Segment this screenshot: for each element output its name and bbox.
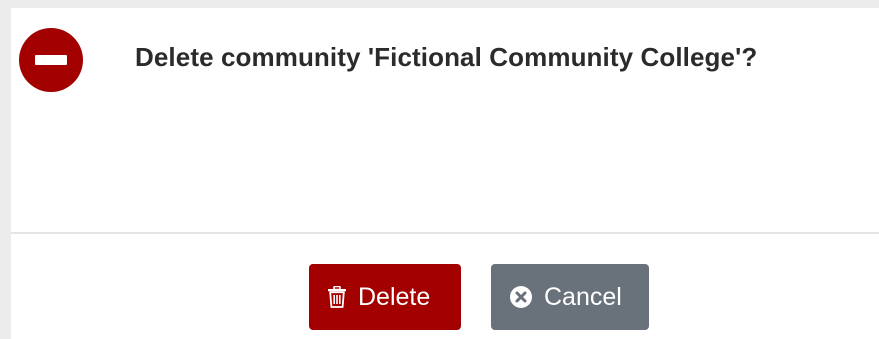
dialog-footer: Delete Cancel — [11, 234, 879, 339]
close-circle-icon — [509, 285, 533, 309]
confirmation-message: Delete community 'Fictional Community Co… — [135, 42, 758, 72]
dialog-body: Delete community 'Fictional Community Co… — [11, 8, 879, 232]
cancel-button-label: Cancel — [544, 282, 622, 311]
delete-confirmation-dialog: Delete community 'Fictional Community Co… — [11, 8, 879, 339]
trash-icon — [327, 286, 347, 308]
delete-button[interactable]: Delete — [309, 264, 461, 330]
delete-button-label: Delete — [358, 282, 431, 311]
no-entry-icon — [19, 28, 83, 92]
cancel-button[interactable]: Cancel — [491, 264, 649, 330]
